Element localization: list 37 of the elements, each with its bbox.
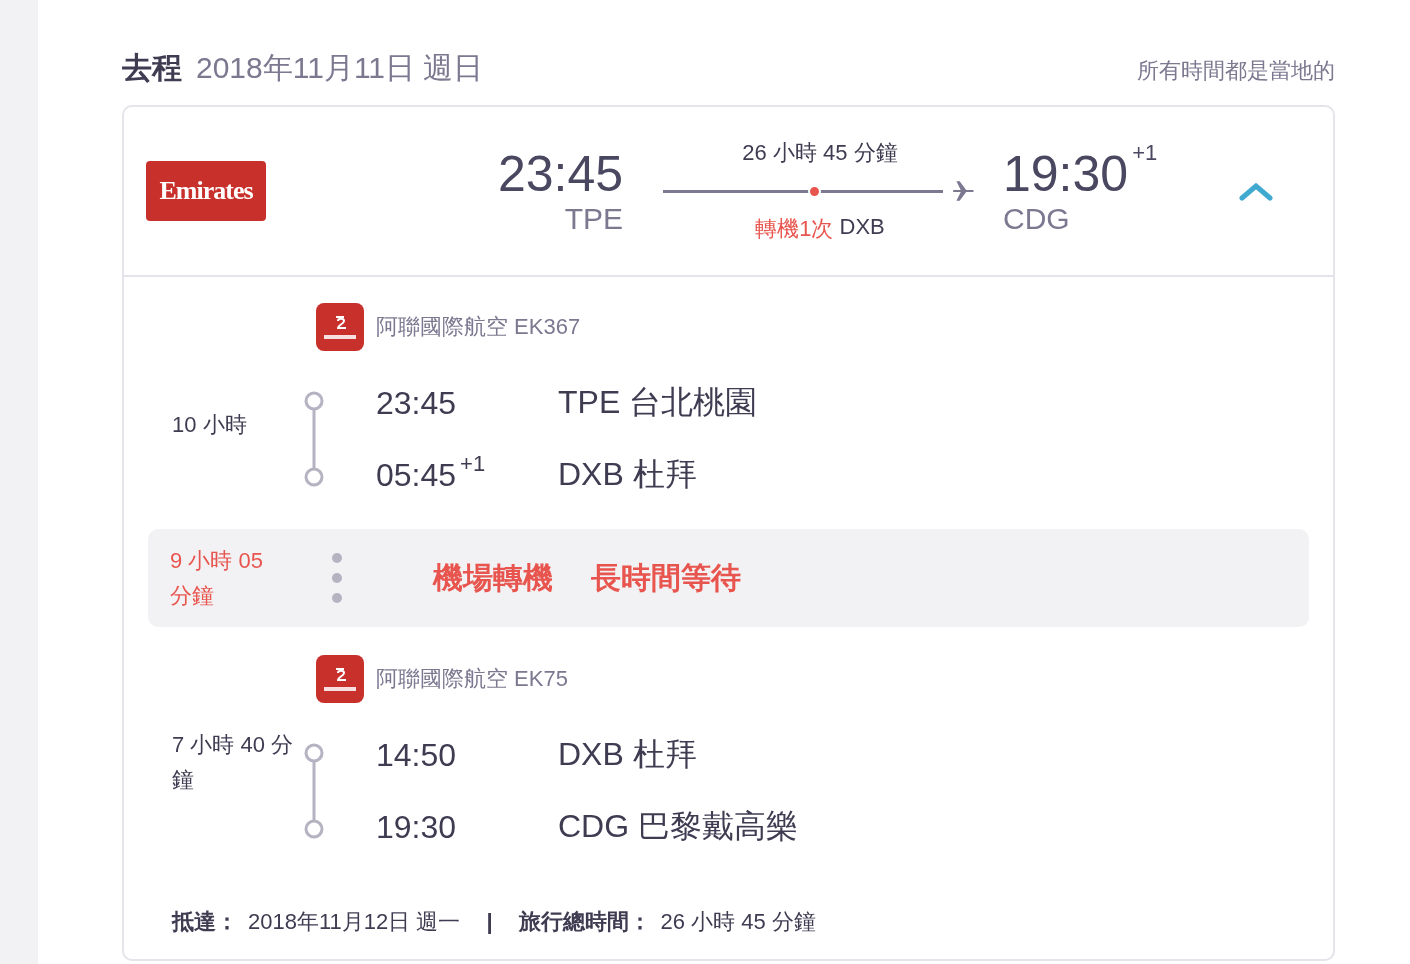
- segment-airport: TPE 台北桃園: [558, 383, 759, 422]
- departure-time: 23:45: [497, 146, 623, 202]
- arrival-date: 2018年11月12日 週一: [248, 908, 461, 936]
- airline-logo: Emirates: [146, 161, 266, 221]
- stop-info: 轉機1次 DXB: [755, 214, 885, 243]
- layover-duration: 9 小時 05 分鐘: [170, 546, 264, 610]
- segment-airport: CDG 巴黎戴高樂: [558, 807, 799, 846]
- layover-tag: 長時間等待: [591, 557, 741, 599]
- timeline-icon: [302, 391, 326, 487]
- trip-title: 去程: [122, 50, 182, 86]
- trip-date: 2018年11月11日 週日: [196, 50, 484, 86]
- segment-time: 14:50: [376, 736, 458, 774]
- arrival-time: 19:30$^{+1}$: [1003, 146, 1158, 202]
- plane-icon: [951, 178, 977, 204]
- airline-logo-icon: [316, 303, 364, 351]
- local-time-note: 所有時間都是當地的: [1137, 57, 1335, 85]
- segment-duration: 7 小時 40 分鐘: [172, 731, 295, 795]
- layover-tag: 機場轉機: [433, 557, 553, 599]
- flight-carrier: 阿聯國際航空 EK75: [376, 665, 568, 693]
- arrival-label: 抵達：: [172, 908, 238, 936]
- segment-time: 19:30: [376, 808, 458, 846]
- segment-airport: DXB 杜拜: [558, 455, 698, 494]
- collapse-chevron-icon[interactable]: [1239, 181, 1273, 201]
- segment-time: 05:45$^{+1}$: [376, 456, 487, 494]
- segment-duration: 10 小時: [172, 411, 248, 439]
- segment-time: 23:45: [376, 384, 458, 422]
- flight-carrier: 阿聯國際航空 EK367: [376, 313, 581, 341]
- total-time: 26 小時 45 分鐘: [660, 908, 816, 936]
- departure-airport: TPE: [564, 201, 623, 236]
- dots-icon: [331, 552, 343, 604]
- segment-airport: DXB 杜拜: [558, 735, 698, 774]
- arrival-airport: CDG: [1003, 201, 1071, 236]
- separator: |: [486, 909, 493, 935]
- airline-logo-icon: [316, 655, 364, 703]
- timeline-icon: [302, 743, 326, 839]
- total-duration: 26 小時 45 分鐘: [742, 139, 898, 167]
- total-time-label: 旅行總時間：: [518, 908, 651, 936]
